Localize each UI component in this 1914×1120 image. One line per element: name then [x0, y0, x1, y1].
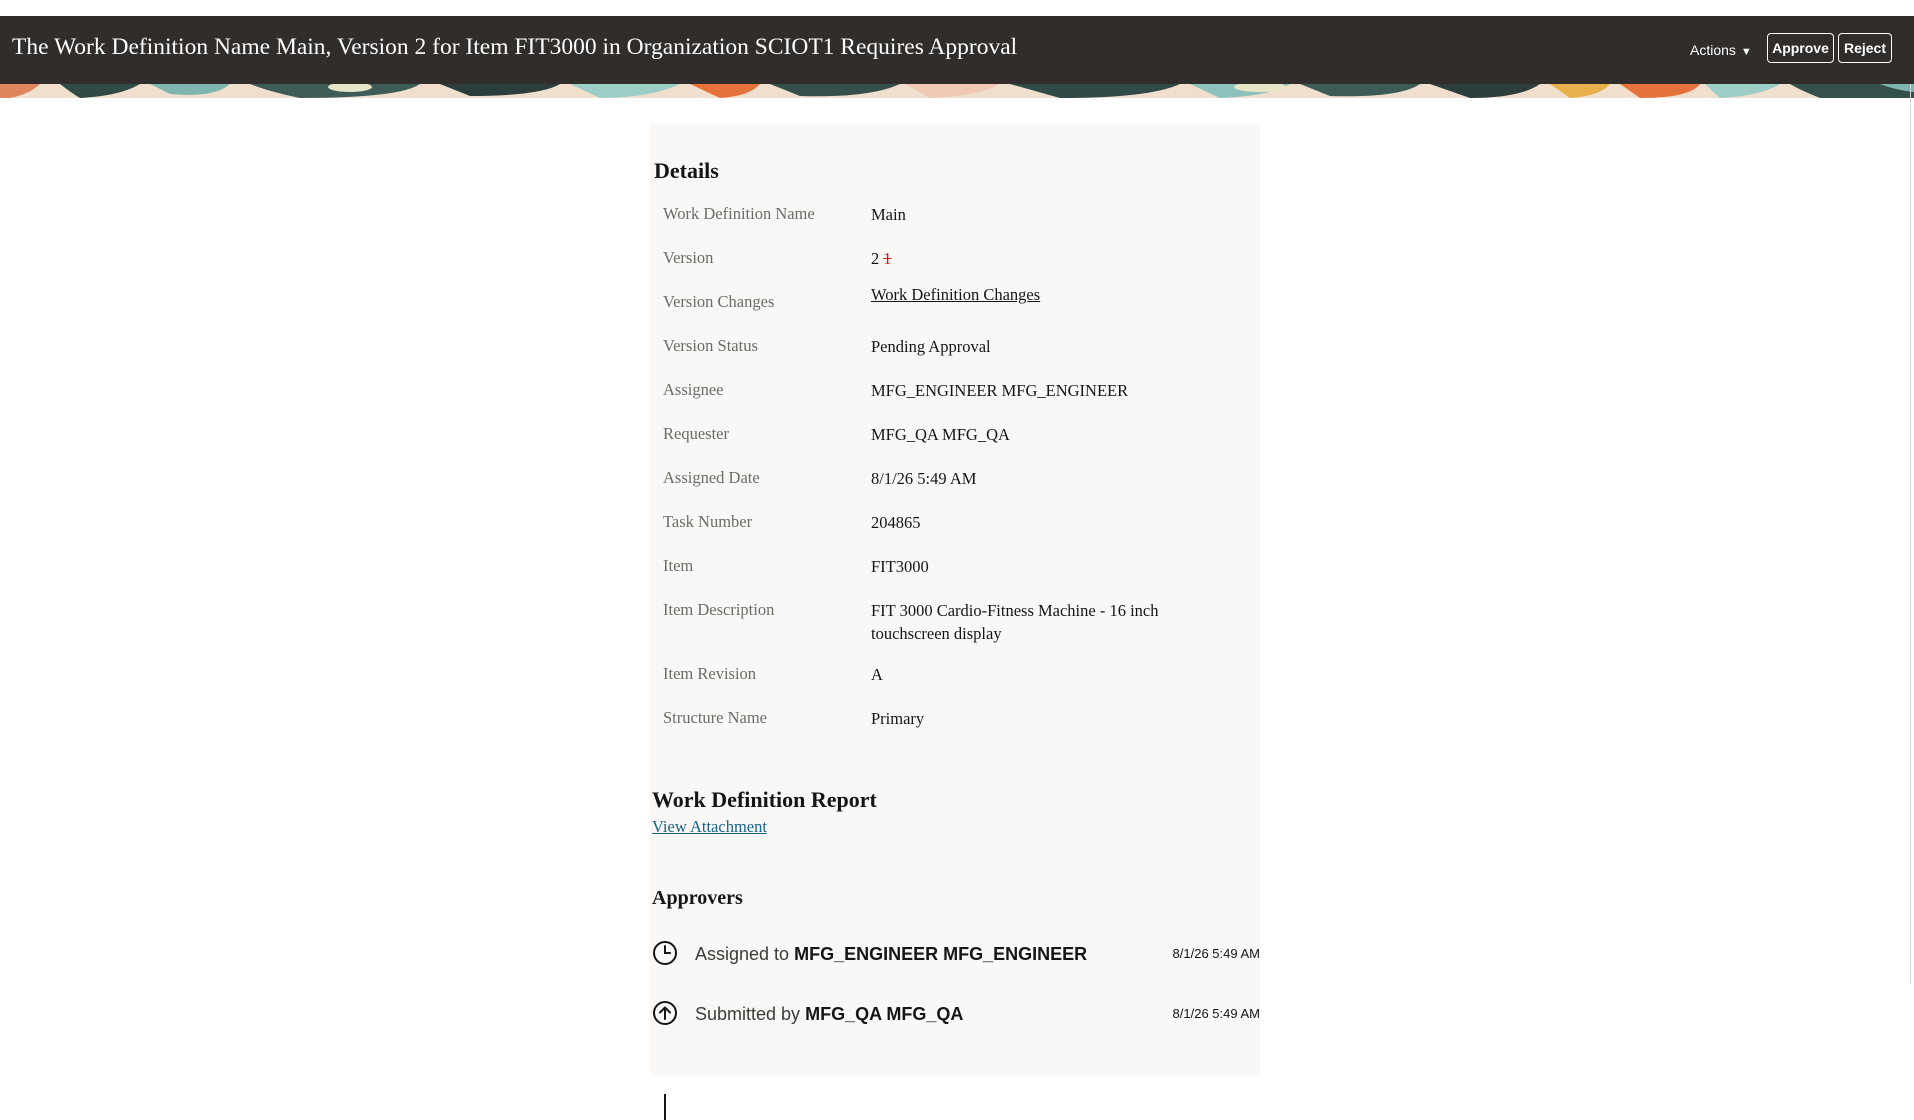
view-attachment-link[interactable]: View Attachment — [652, 816, 767, 838]
approver-text: Submitted by MFG_QA MFG_QA — [695, 1002, 963, 1026]
detail-label: Version Changes — [663, 292, 775, 311]
detail-value: A — [871, 665, 883, 684]
detail-value: MFG_QA MFG_QA — [871, 425, 1010, 444]
detail-value: Primary — [871, 709, 925, 728]
page-header: The Work Definition Name Main, Version 2… — [0, 16, 1914, 84]
approver-name: MFG_QA MFG_QA — [805, 1004, 964, 1024]
approvers-heading: Approvers — [652, 887, 743, 909]
timeline-connector — [664, 1094, 666, 1120]
detail-value: FIT3000 — [871, 557, 929, 576]
detail-label: Item Description — [663, 600, 775, 619]
arrow-up-circle-icon — [653, 1001, 677, 1025]
details-heading: Details — [654, 158, 719, 183]
report-heading: Work Definition Report — [652, 787, 877, 812]
vertical-scrollbar[interactable] — [1910, 84, 1911, 984]
detail-label: Requester — [663, 424, 729, 443]
approver-timestamp: 8/1/26 5:49 AM — [1172, 946, 1260, 961]
detail-value: MFG_ENGINEER MFG_ENGINEER — [871, 381, 1129, 400]
detail-value: 204865 — [871, 513, 921, 532]
actions-menu-label: Actions — [1690, 42, 1736, 58]
decorative-banner — [0, 84, 1914, 98]
approver-item-submitted: Submitted by MFG_QA MFG_QA 8/1/26 5:49 A… — [650, 1000, 1260, 1030]
detail-label: Item — [663, 556, 694, 575]
detail-value: 8/1/26 5:49 AM — [871, 469, 977, 488]
detail-label: Assigned Date — [663, 468, 760, 487]
banner-pattern — [0, 84, 1914, 98]
detail-label: Task Number — [663, 512, 753, 531]
approver-text: Assigned to MFG_ENGINEER MFG_ENGINEER — [695, 942, 1087, 966]
detail-label: Item Revision — [663, 664, 757, 683]
version-current: 2 — [871, 249, 880, 268]
chevron-down-icon: ▼ — [1740, 46, 1752, 58]
detail-label: Structure Name — [663, 708, 768, 727]
clock-icon — [653, 941, 677, 965]
page-title: The Work Definition Name Main, Version 2… — [12, 34, 1018, 60]
detail-label: Work Definition Name — [663, 204, 815, 223]
version-previous: 1 — [883, 249, 892, 268]
work-definition-changes-link[interactable]: Work Definition Changes — [871, 283, 1241, 306]
approver-name: MFG_ENGINEER MFG_ENGINEER — [794, 944, 1088, 964]
detail-value: 21 — [871, 247, 1241, 270]
detail-value: Pending Approval — [871, 337, 991, 356]
details-card: Details Work Definition Name Main Versio… — [650, 123, 1260, 1120]
approver-action: Assigned to — [695, 944, 790, 964]
reject-button[interactable]: Reject — [1838, 33, 1892, 63]
detail-value: FIT 3000 Cardio-Fitness Machine - 16 inc… — [871, 601, 1159, 643]
detail-label: Assignee — [663, 380, 724, 399]
detail-label: Version — [663, 248, 714, 267]
approver-timestamp: 8/1/26 5:49 AM — [1172, 1006, 1260, 1021]
detail-label: Version Status — [663, 336, 758, 355]
approver-action: Submitted by — [695, 1004, 801, 1024]
top-spacer — [0, 0, 1914, 16]
actions-menu[interactable]: Actions ▼ — [1690, 38, 1752, 64]
approver-item-assigned: Assigned to MFG_ENGINEER MFG_ENGINEER 8/… — [650, 940, 1260, 970]
detail-value: Main — [871, 205, 906, 224]
approve-button[interactable]: Approve — [1767, 33, 1834, 63]
